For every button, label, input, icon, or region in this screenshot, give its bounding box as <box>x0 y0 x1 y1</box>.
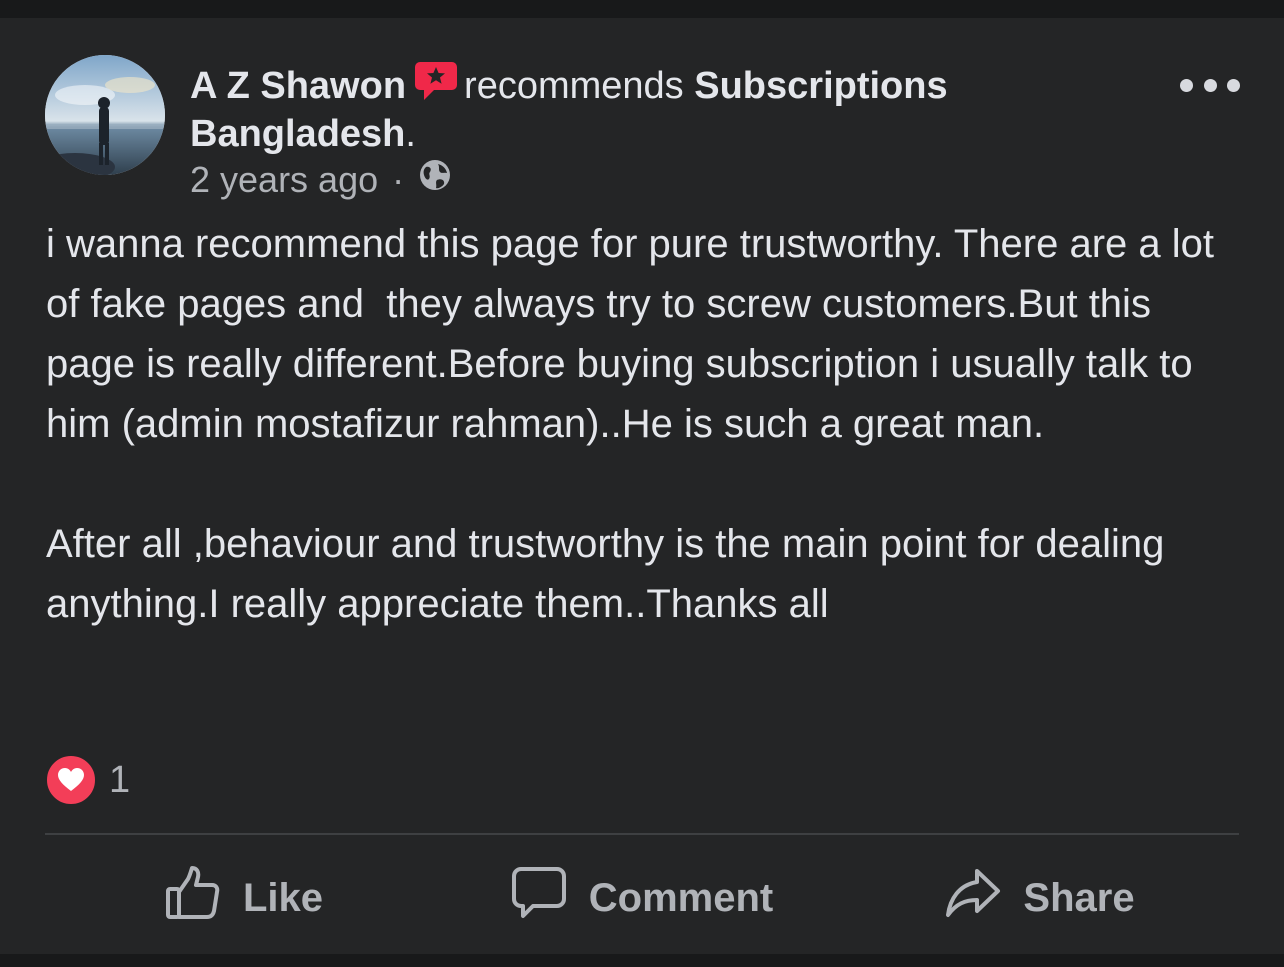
post-body: i wanna recommend this page for pure tru… <box>46 222 1214 626</box>
recommends-text: recommends <box>464 65 684 107</box>
thumbs-up-icon <box>165 865 243 931</box>
post-header: A Z Shawon recommends Subscriptions Bangl… <box>190 60 1050 156</box>
like-label: Like <box>242 875 324 920</box>
comment-label: Comment <box>588 875 774 920</box>
globe-icon <box>418 158 452 202</box>
comment-icon <box>511 865 589 931</box>
share-button[interactable]: Share <box>841 843 1239 953</box>
header-period: . <box>405 113 416 155</box>
post-meta: 2 years ago · <box>190 158 452 202</box>
author-name[interactable]: A Z Shawon <box>190 65 406 107</box>
more-dot-icon <box>1203 78 1217 92</box>
like-button[interactable]: Like <box>45 843 443 953</box>
post-timestamp[interactable]: 2 years ago <box>190 158 378 202</box>
action-bar: Like Comment Share <box>45 843 1239 953</box>
love-reaction-icon <box>45 754 97 806</box>
comment-button[interactable]: Comment <box>443 843 841 953</box>
avatar[interactable] <box>45 55 165 175</box>
share-arrow-icon <box>945 867 1023 929</box>
more-dot-icon <box>1180 78 1193 92</box>
more-options-button[interactable] <box>1180 70 1240 100</box>
share-label: Share <box>1023 875 1135 920</box>
more-dot-icon <box>1227 78 1240 92</box>
recommend-badge-icon <box>414 60 458 112</box>
divider <box>45 833 1239 835</box>
reaction-count: 1 <box>109 758 131 801</box>
reaction-summary[interactable]: 1 <box>45 754 130 806</box>
meta-separator: · <box>392 159 405 200</box>
post-card: A Z Shawon recommends Subscriptions Bangl… <box>0 18 1284 954</box>
